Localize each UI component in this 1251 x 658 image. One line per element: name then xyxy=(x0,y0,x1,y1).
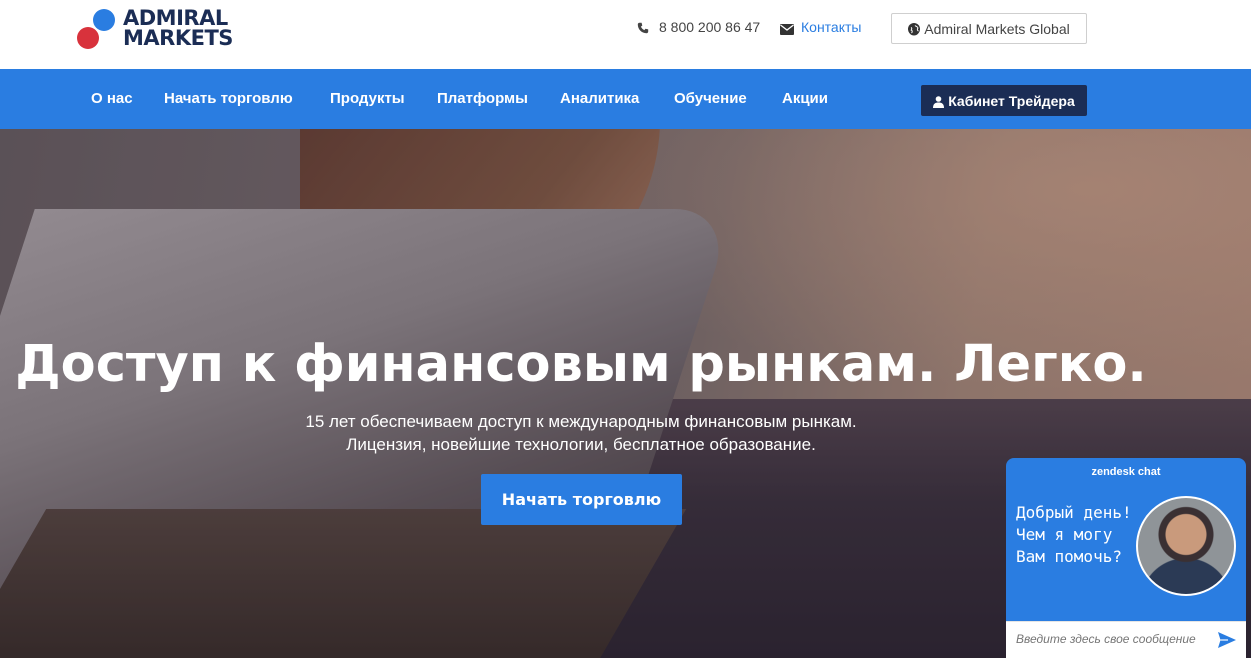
trader-cabinet-label: Кабинет Трейдера xyxy=(948,92,1075,109)
nav-item-analytics[interactable]: Аналитика xyxy=(560,90,639,107)
chat-input-bar xyxy=(1006,621,1246,658)
globe-icon xyxy=(908,22,921,35)
hero-subtitle-line-1: 15 лет обеспечиваем доступ к международн… xyxy=(305,412,857,431)
nav-item-promotions[interactable]: Акции xyxy=(782,90,828,107)
hero-subtitle-line-2: Лицензия, новейшие технологии, бесплатно… xyxy=(346,435,816,454)
logo-line-1: ADMIRAL xyxy=(123,6,228,30)
logo-line-2: MARKETS xyxy=(123,26,233,50)
chat-message-input[interactable] xyxy=(1016,632,1211,646)
nav-item-education[interactable]: Обучение xyxy=(674,90,747,107)
envelope-icon xyxy=(780,22,794,35)
hero-title: Доступ к финансовым рынкам. Легко. xyxy=(15,335,1147,394)
admiral-markets-logo[interactable]: ADMIRAL MARKETS xyxy=(76,8,236,54)
contacts-label: Контакты xyxy=(801,19,862,35)
global-site-label: Admiral Markets Global xyxy=(924,20,1070,37)
logo-text: ADMIRAL MARKETS xyxy=(123,6,233,50)
trader-cabinet-button[interactable]: Кабинет Трейдера xyxy=(921,85,1087,116)
main-nav: О нас Начать торговлю Продукты Платформы… xyxy=(0,69,1251,129)
start-trading-button[interactable]: Начать торговлю xyxy=(481,474,682,525)
nav-item-about[interactable]: О нас xyxy=(91,90,133,107)
chat-greeting: Добрый день! Чем я могу Вам помочь? xyxy=(1016,503,1132,566)
nav-item-start-trading[interactable]: Начать торговлю xyxy=(164,90,293,107)
chat-widget: zendesk chat Добрый день! Чем я могу Вам… xyxy=(1006,458,1246,658)
global-site-button[interactable]: Admiral Markets Global xyxy=(891,13,1087,44)
nav-item-platforms[interactable]: Платформы xyxy=(437,90,528,107)
hero-subtitle: 15 лет обеспечиваем доступ к международн… xyxy=(0,410,1162,456)
logo-dots-icon xyxy=(76,8,120,54)
nav-item-products[interactable]: Продукты xyxy=(330,90,405,107)
phone-contact[interactable]: 8 800 200 86 47 xyxy=(637,19,760,35)
top-bar: ADMIRAL MARKETS 8 800 200 86 47 Контакты… xyxy=(0,0,1251,69)
phone-icon xyxy=(637,21,649,34)
chat-brand: zendesk chat xyxy=(1091,466,1161,478)
user-icon xyxy=(933,95,945,108)
phone-number: 8 800 200 86 47 xyxy=(659,19,761,35)
agent-avatar xyxy=(1136,496,1236,596)
contacts-link[interactable]: Контакты xyxy=(780,19,861,35)
send-icon[interactable] xyxy=(1218,632,1236,648)
